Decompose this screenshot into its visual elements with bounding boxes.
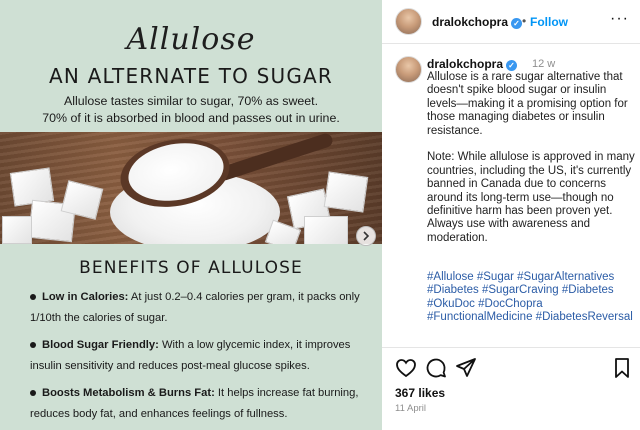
heart-icon[interactable] (394, 356, 418, 380)
caption-avatar[interactable] (395, 56, 422, 83)
benefit-text-cont: insulin sensitivity and reduces post-mea… (30, 360, 310, 372)
share-icon[interactable] (454, 356, 478, 380)
action-bar (382, 356, 640, 382)
script-title: Allulose (126, 22, 256, 57)
headline: AN ALTERNATE TO SUGAR (48, 64, 334, 88)
likes-count[interactable]: 367 likes (395, 386, 445, 400)
benefit-text-cont: 1/10th the calories of sugar. (30, 312, 168, 324)
post-header: dralokchopra ✓ • Follow ··· (382, 0, 640, 44)
verified-badge-icon: ✓ (511, 18, 523, 29)
post-image: Allulose AN ALTERNATE TO SUGAR Allulose … (0, 0, 382, 430)
benefit-text: At just 0.2–0.4 calories per gram, it pa… (128, 291, 360, 303)
benefit-item-blood-sugar: Blood Sugar Friendly: With a low glycemi… (30, 335, 372, 377)
avatar[interactable] (395, 8, 422, 35)
bullet-dot (30, 390, 36, 396)
separator-dot: • (522, 14, 527, 28)
chevron-right-icon[interactable] (356, 226, 376, 246)
benefit-text: It helps increase fat burning, (214, 387, 359, 399)
subtitle-line-1: Allulose tastes similar to sugar, 70% as… (63, 94, 319, 108)
bullet-dot (30, 294, 36, 300)
caption-username-text[interactable]: dralokchopra (427, 57, 503, 71)
benefits-title: BENEFITS OF ALLULOSE (79, 258, 303, 278)
subtitle-line-2: 70% of it is absorbed in blood and passe… (42, 111, 340, 125)
caption-timestamp[interactable]: 12 w (532, 58, 555, 70)
bullet-dot (30, 342, 36, 348)
verified-badge-icon: ✓ (506, 60, 518, 71)
benefit-text: With a low glycemic index, it improves (158, 339, 351, 351)
benefit-text-cont: reduces body fat, and enhances feelings … (30, 408, 288, 420)
divider (382, 347, 640, 348)
benefit-label: Blood Sugar Friendly: (42, 339, 159, 351)
comment-icon[interactable] (424, 356, 448, 380)
benefit-item-metabolism: Boosts Metabolism & Burns Fat: It helps … (30, 383, 372, 425)
username-text[interactable]: dralokchopra (432, 15, 508, 29)
benefit-item-calories: Low in Calories: At just 0.2–0.4 calorie… (30, 287, 372, 329)
bookmark-icon[interactable] (610, 356, 634, 380)
benefit-label: Low in Calories: (42, 291, 129, 303)
post-date: 11 April (395, 403, 426, 414)
caption-text: Allulose is a rare sugar alternative tha… (427, 71, 635, 244)
more-options-button[interactable]: ··· (610, 10, 629, 28)
benefit-label: Boosts Metabolism & Burns Fat: (42, 387, 215, 399)
sugar-photo (0, 132, 382, 244)
caption-hashtags[interactable]: #Allulose #Sugar #SugarAlternatives #Dia… (427, 271, 635, 325)
post-side-panel: dralokchopra ✓ • Follow ··· dralokchopra ✓… (382, 0, 640, 430)
header-username[interactable]: dralokchopra ✓ (432, 15, 523, 29)
caption-username[interactable]: dralokchopra ✓ (427, 57, 518, 71)
follow-button[interactable]: Follow (530, 15, 568, 29)
